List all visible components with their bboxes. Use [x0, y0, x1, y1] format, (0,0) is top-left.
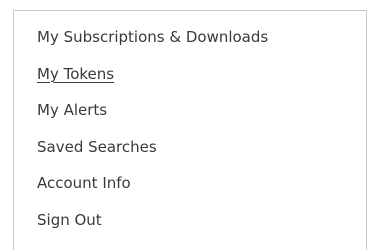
menu-item-saved-searches[interactable]: Saved Searches: [37, 135, 268, 172]
menu-link-my-alerts[interactable]: My Alerts: [37, 101, 107, 119]
menu-item-subscriptions-downloads[interactable]: My Subscriptions & Downloads: [37, 25, 268, 62]
menu-item-sign-out[interactable]: Sign Out: [37, 208, 268, 245]
menu-link-saved-searches[interactable]: Saved Searches: [37, 138, 157, 156]
menu-item-my-tokens[interactable]: My Tokens: [37, 62, 268, 99]
account-menu-panel: My Subscriptions & Downloads My Tokens M…: [13, 10, 367, 250]
menu-link-account-info[interactable]: Account Info: [37, 174, 131, 192]
account-menu-list: My Subscriptions & Downloads My Tokens M…: [37, 25, 268, 245]
menu-link-sign-out[interactable]: Sign Out: [37, 211, 102, 229]
menu-link-subscriptions-downloads[interactable]: My Subscriptions & Downloads: [37, 28, 268, 46]
menu-item-account-info[interactable]: Account Info: [37, 171, 268, 208]
menu-link-my-tokens[interactable]: My Tokens: [37, 65, 114, 83]
menu-item-my-alerts[interactable]: My Alerts: [37, 98, 268, 135]
